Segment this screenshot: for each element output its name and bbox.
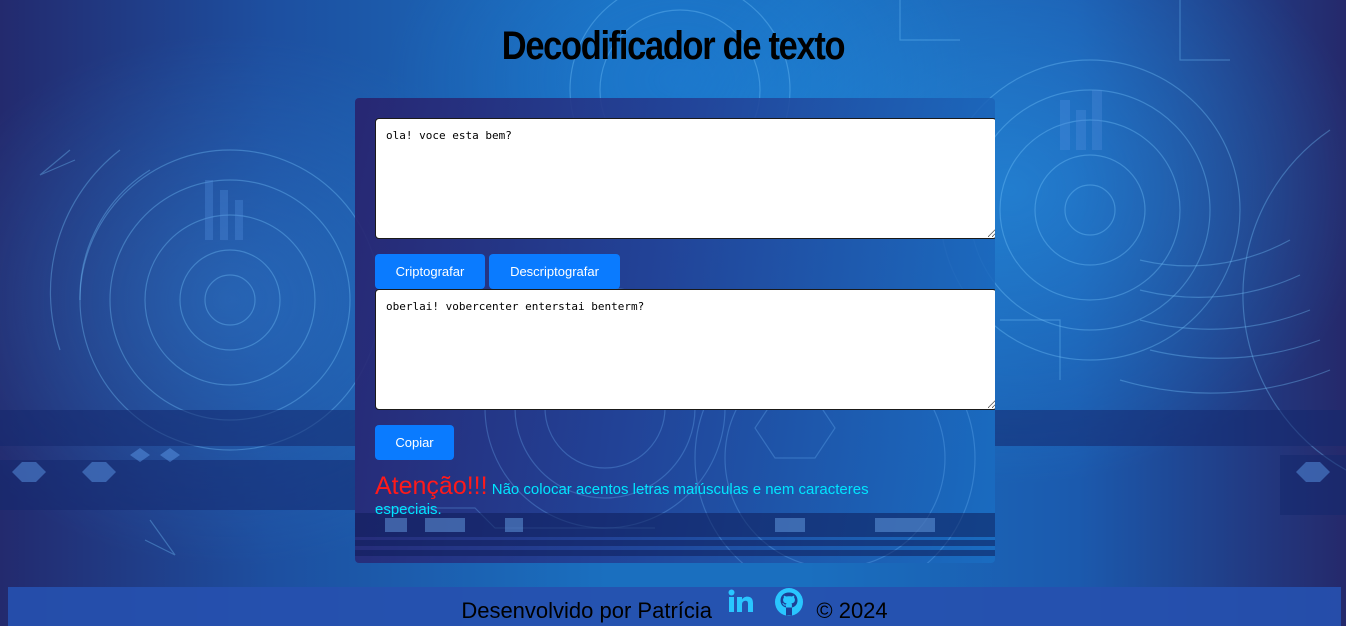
- page-title: Decodificador de texto: [501, 24, 846, 68]
- warning-message: Atenção!!! Não colocar acentos letras ma…: [375, 474, 935, 520]
- linkedin-icon: [728, 589, 754, 612]
- encrypt-button[interactable]: Criptografar: [375, 254, 485, 289]
- output-textarea[interactable]: oberlai! vobercenter enterstai benterm?: [375, 289, 995, 410]
- linkedin-link[interactable]: [722, 589, 754, 626]
- github-link[interactable]: [768, 587, 806, 626]
- input-textarea[interactable]: ola! voce esta bem?: [375, 118, 995, 239]
- copy-button[interactable]: Copiar: [375, 425, 454, 460]
- warning-title: Atenção!!!: [375, 472, 488, 500]
- footer-credit: Desenvolvido por Patrícia: [461, 597, 713, 623]
- main-card: ola! voce esta bem? Criptografar Descrip…: [355, 98, 995, 563]
- decrypt-button[interactable]: Descriptografar: [489, 254, 620, 289]
- footer-copyright: © 2024: [816, 597, 888, 623]
- footer: Desenvolvido por Patrícia © 2024: [8, 587, 1341, 626]
- github-icon: [775, 588, 804, 616]
